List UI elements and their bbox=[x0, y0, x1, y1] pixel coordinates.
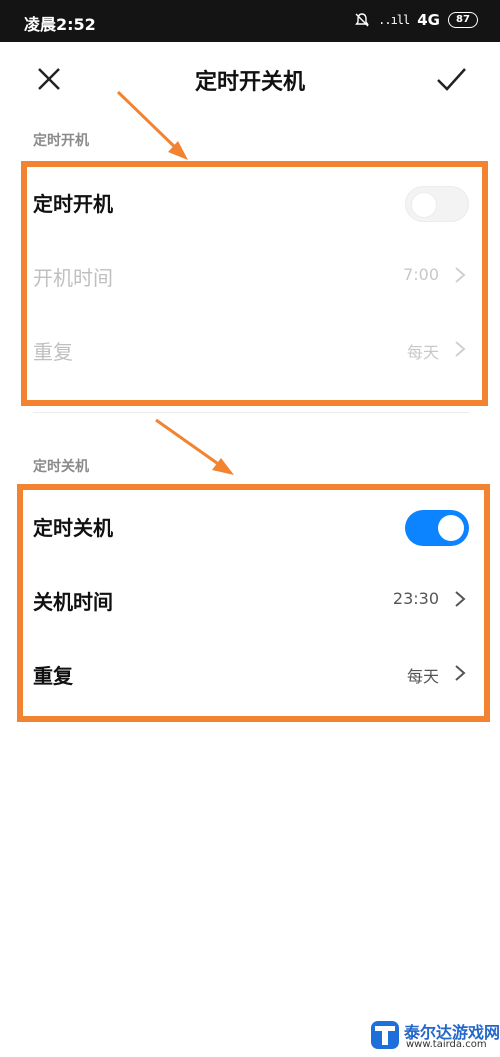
arrow-annotation-icon bbox=[155, 418, 234, 475]
switch-knob bbox=[411, 192, 437, 218]
section-label-power-off: 定时关机 bbox=[33, 459, 89, 475]
power-on-switch[interactable] bbox=[405, 186, 469, 222]
power-off-time-label: 关机时间 bbox=[33, 590, 113, 614]
page-title: 定时开关机 bbox=[194, 70, 305, 95]
section-label-power-on: 定时开机 bbox=[33, 133, 89, 149]
watermark-url: www.tairda.com bbox=[406, 1039, 487, 1050]
power-on-time-label: 开机时间 bbox=[33, 266, 113, 290]
status-icons: ..ıll 4G 87 bbox=[354, 11, 478, 29]
power-on-repeat-label: 重复 bbox=[33, 340, 73, 364]
power-off-toggle-row: 定时关机 bbox=[33, 500, 469, 550]
title-bar: 定时开关机 bbox=[0, 42, 500, 116]
tairda-logo-icon bbox=[371, 1021, 399, 1049]
power-off-switch[interactable] bbox=[405, 510, 469, 546]
status-bar: 凌晨2:52 ..ıll 4G 87 bbox=[0, 0, 500, 42]
power-on-toggle-label: 定时开机 bbox=[33, 192, 113, 216]
confirm-button[interactable] bbox=[432, 60, 470, 98]
network-type: 4G bbox=[417, 11, 440, 29]
chevron-right-icon bbox=[455, 665, 466, 681]
switch-knob bbox=[438, 515, 464, 541]
battery-icon: 87 bbox=[448, 12, 478, 28]
power-off-repeat-value: 每天 bbox=[406, 667, 439, 686]
power-off-time-row[interactable]: 关机时间 23:30 bbox=[33, 574, 469, 624]
power-on-time-value: 7:00 bbox=[403, 265, 439, 284]
signal-icon: ..ıll bbox=[378, 13, 410, 27]
power-off-toggle-label: 定时关机 bbox=[33, 516, 113, 540]
power-on-toggle-row: 定时开机 bbox=[33, 176, 469, 226]
section-divider bbox=[33, 412, 469, 413]
alarm-off-icon bbox=[355, 13, 370, 27]
power-off-repeat-row[interactable]: 重复 每天 bbox=[33, 648, 469, 698]
check-icon bbox=[437, 68, 466, 91]
chevron-right-icon bbox=[455, 341, 466, 357]
watermark: 泰尔达游戏网 www.tairda.com bbox=[370, 1018, 500, 1054]
power-off-repeat-label: 重复 bbox=[33, 664, 73, 688]
power-off-time-value: 23:30 bbox=[392, 589, 439, 608]
chevron-right-icon bbox=[455, 591, 466, 607]
chevron-right-icon bbox=[455, 267, 466, 283]
status-time: 凌晨2:52 bbox=[24, 15, 96, 34]
power-on-time-row[interactable]: 开机时间 7:00 bbox=[33, 250, 469, 300]
power-on-repeat-value: 每天 bbox=[406, 343, 439, 362]
power-on-repeat-row[interactable]: 重复 每天 bbox=[33, 324, 469, 374]
